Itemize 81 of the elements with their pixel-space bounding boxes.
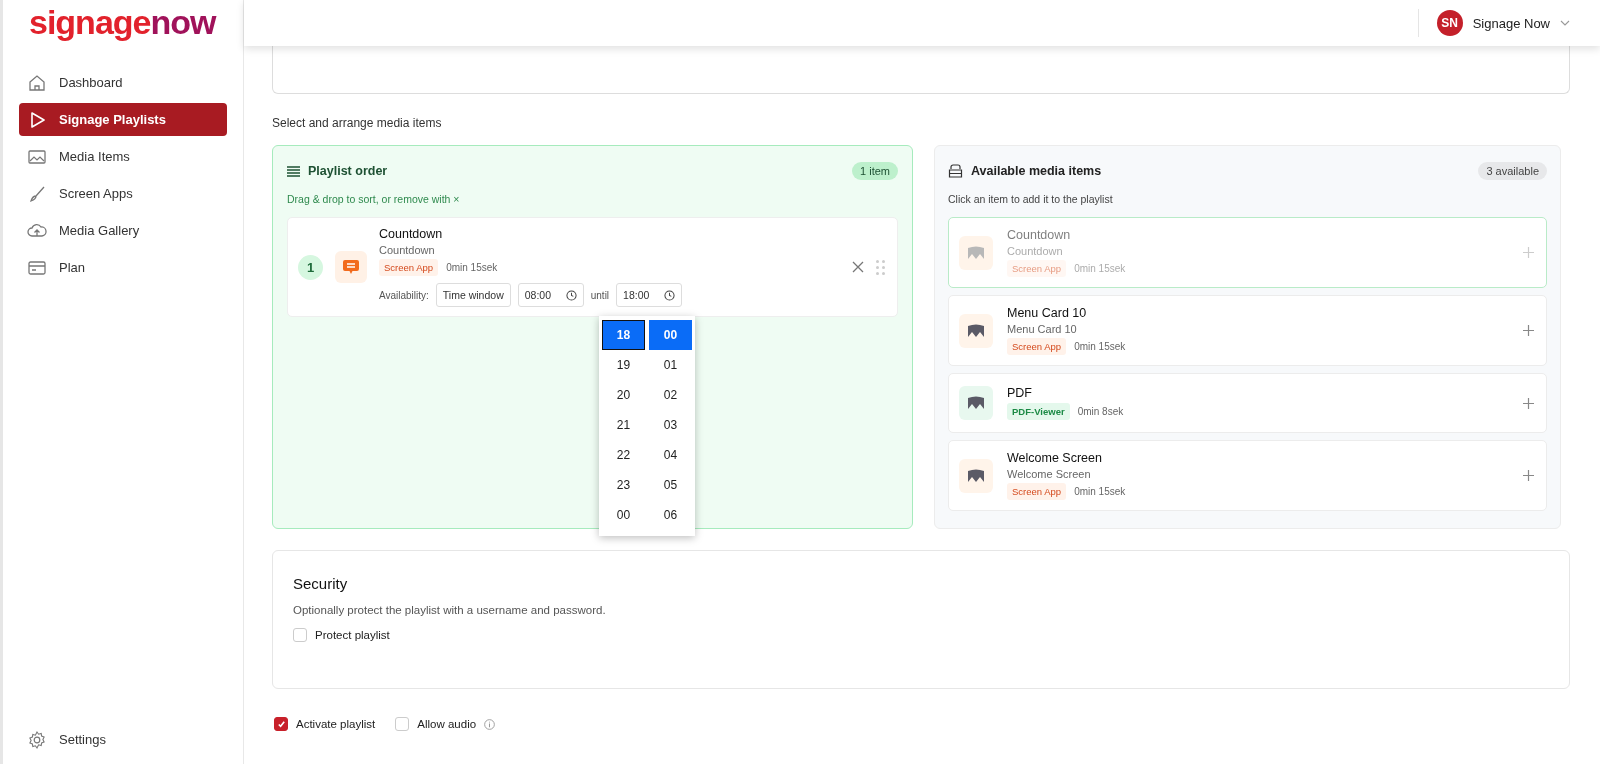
minute-option[interactable]: 03 [649, 410, 692, 440]
item-title: PDF [1007, 386, 1033, 400]
minute-option[interactable]: 00 [649, 320, 692, 350]
availability-select[interactable]: Time window [435, 283, 511, 307]
order-number: 1 [298, 254, 323, 280]
hour-option[interactable]: 21 [602, 410, 645, 440]
hour-option[interactable]: 18 [602, 320, 645, 350]
item-subtitle: Countdown [379, 244, 436, 256]
duration: 0min 8sek [1077, 406, 1124, 417]
logo: signagenow [29, 2, 216, 42]
chevron-down-icon[interactable] [1560, 20, 1570, 26]
item-subtitle: Countdown [1007, 245, 1064, 257]
checkbox-label: Protect playlist [315, 629, 390, 641]
availability-label: Availability: [379, 289, 429, 301]
count-badge: 3 available [1478, 162, 1547, 180]
clock-icon[interactable] [565, 289, 577, 301]
description-field[interactable] [272, 46, 1570, 94]
user-avatar[interactable]: SN [1436, 10, 1463, 36]
item-title: Welcome Screen [1007, 451, 1103, 465]
type-tag: Screen App [1007, 260, 1067, 277]
message-icon [343, 259, 359, 275]
panel-title: Available media items [971, 164, 1102, 178]
drag-handle-icon[interactable] [876, 259, 885, 275]
settings-icon [27, 729, 47, 750]
image-icon [967, 468, 985, 483]
sidebar-item[interactable]: Signage Playlists [19, 103, 227, 136]
image-icon [967, 323, 985, 338]
panel-hint: Drag & drop to sort, or remove with × [287, 193, 461, 205]
user-name[interactable]: Signage Now [1472, 15, 1550, 31]
sidebar-item[interactable]: Dashboard [19, 66, 227, 99]
sidebar-item[interactable]: Screen Apps [19, 177, 227, 210]
checkbox-label: Allow audio [417, 718, 477, 730]
hour-option[interactable]: 22 [602, 440, 645, 470]
image-icon [967, 245, 985, 260]
type-tag: Screen App [1007, 483, 1067, 500]
hour-option[interactable]: 00 [602, 500, 645, 530]
item-subtitle: Menu Card 10 [1007, 323, 1078, 335]
section-label: Select and arrange media items [272, 116, 443, 130]
type-tag: Screen App [379, 259, 439, 276]
panel-hint: Click an item to add it to the playlist [948, 193, 1114, 205]
sidebar-item[interactable]: Settings [19, 723, 227, 756]
sidebar-item[interactable]: Media Gallery [19, 214, 227, 247]
clock-icon[interactable] [664, 289, 676, 301]
media-item[interactable]: Countdown Countdown Screen App 0min 15sek [948, 217, 1547, 288]
item-title: Countdown [379, 227, 444, 241]
sidebar-item[interactable]: Media Items [19, 140, 227, 173]
hour-option[interactable]: 20 [602, 380, 645, 410]
duration: 0min 15sek [1074, 263, 1126, 274]
media-item[interactable]: PDF PDF-Viewer 0min 8sek [948, 373, 1547, 433]
duration: 0min 15sek [1074, 341, 1126, 352]
media-item[interactable]: Menu Card 10 Menu Card 10 Screen App 0min 15sek [948, 295, 1547, 366]
panel-title: Playlist order [308, 164, 388, 178]
type-tag: PDF-Viewer [1007, 403, 1070, 420]
hour-option[interactable]: 23 [602, 470, 645, 500]
until-label: until [590, 289, 610, 301]
checkbox[interactable] [274, 717, 288, 731]
checkbox-label: Activate playlist [296, 718, 376, 730]
info-icon[interactable] [484, 718, 496, 730]
sidebar-item[interactable]: Plan [19, 251, 227, 284]
time-field[interactable]: 08:00 [517, 283, 584, 307]
time-field[interactable]: 18:00 [616, 283, 683, 307]
minute-option[interactable]: 01 [649, 350, 692, 380]
minute-option[interactable]: 02 [649, 380, 692, 410]
duration: 0min 15sek [446, 262, 498, 273]
minute-option[interactable]: 05 [649, 470, 692, 500]
type-tag: Screen App [1007, 338, 1067, 355]
card-title: Security [293, 575, 349, 592]
item-subtitle: Welcome Screen [1007, 468, 1092, 480]
item-title: Countdown [1007, 228, 1072, 242]
hour-option[interactable]: 19 [602, 350, 645, 380]
card-description: Optionally protect the playlist with a username and password. [293, 604, 607, 616]
item-title: Menu Card 10 [1007, 306, 1088, 320]
count-badge: 1 item [852, 162, 898, 180]
list-icon [287, 165, 300, 177]
minute-option[interactable]: 04 [649, 440, 692, 470]
media-item[interactable]: Welcome Screen Welcome Screen Screen App 0min 15sek [948, 440, 1547, 511]
image-icon [967, 396, 985, 410]
checkmark-icon [276, 719, 286, 729]
duration: 0min 15sek [1074, 486, 1126, 497]
playlist-item[interactable]: 1 Countdown Countdown Screen App 0min 15sek Availability: Time window 08:00 until 18:00 [287, 217, 898, 317]
minute-option[interactable]: 06 [649, 500, 692, 530]
